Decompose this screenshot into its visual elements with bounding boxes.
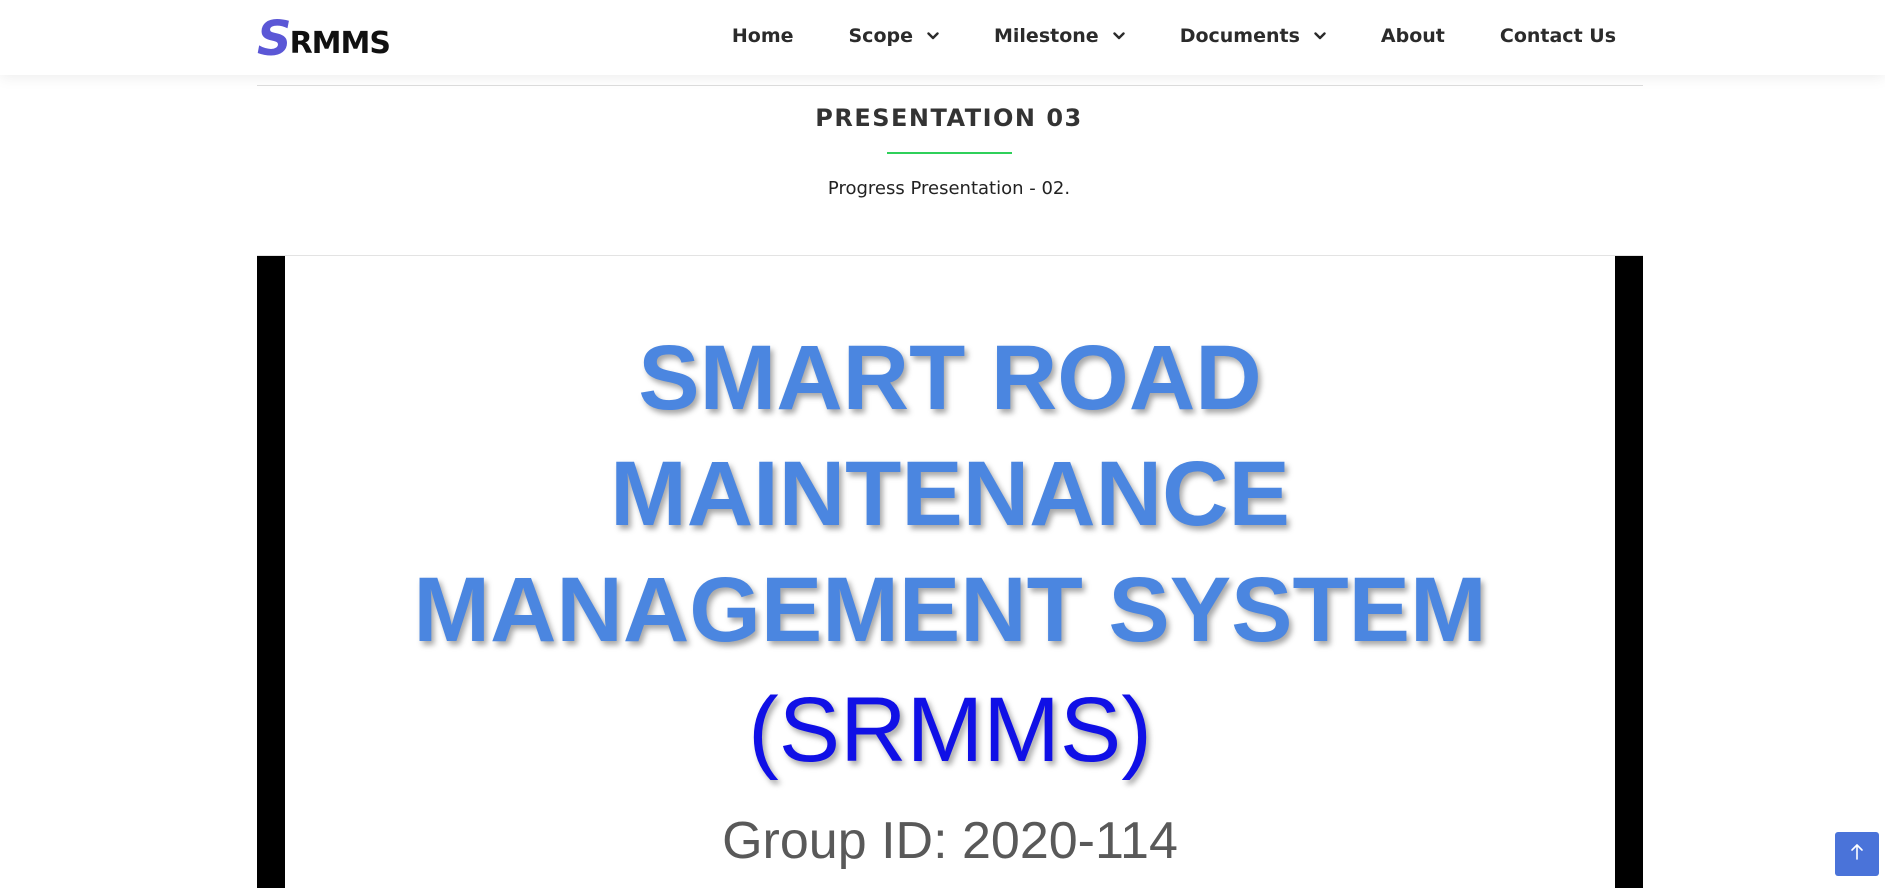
- slide-title-line-2: MAINTENANCE: [610, 443, 1290, 545]
- slide-group-id: Group ID: 2020-114: [722, 812, 1178, 870]
- site-header: S RMMS Home Scope Milestone Documents Ab…: [0, 0, 1885, 75]
- nav-label-home: Home: [731, 25, 794, 47]
- logo-text: RMMS: [289, 26, 391, 61]
- presentation-viewer[interactable]: SMART ROAD MAINTENANCE MANAGEMENT SYSTEM…: [257, 256, 1643, 888]
- chevron-down-icon: [1112, 30, 1125, 42]
- nav-item-home[interactable]: Home: [732, 25, 794, 47]
- nav-item-milestone[interactable]: Milestone: [994, 25, 1125, 47]
- nav-item-about[interactable]: About: [1381, 25, 1445, 47]
- chevron-down-icon: [927, 30, 939, 42]
- nav-item-scope[interactable]: Scope: [849, 25, 940, 47]
- page-subtitle: Progress Presentation - 02.: [827, 178, 1071, 199]
- nav-item-contact-us[interactable]: Contact Us: [1500, 25, 1616, 47]
- chevron-down-icon: [1314, 30, 1326, 42]
- nav-label-contact-us: Contact Us: [1499, 25, 1616, 47]
- slide-title: SMART ROAD MAINTENANCE MANAGEMENT SYSTEM: [285, 320, 1615, 668]
- nav-item-documents[interactable]: Documents: [1180, 25, 1326, 47]
- title-underline: [887, 152, 1012, 154]
- nav-label-about: About: [1380, 25, 1445, 47]
- slide-acronym: (SRMMS): [748, 679, 1152, 781]
- back-to-top-button[interactable]: [1835, 832, 1879, 876]
- slide-title-line-3: MANAGEMENT SYSTEM: [413, 559, 1487, 661]
- slide-page: SMART ROAD MAINTENANCE MANAGEMENT SYSTEM…: [285, 256, 1615, 888]
- page-title: PRESENTATION 03: [815, 104, 1083, 132]
- main-nav: Home Scope Milestone Documents About Con…: [677, 0, 1616, 72]
- slide-title-line-1: SMART ROAD: [638, 327, 1262, 429]
- arrow-up-icon: [1849, 843, 1865, 865]
- nav-label-milestone: Milestone: [994, 25, 1099, 47]
- site-logo[interactable]: S RMMS: [257, 11, 391, 67]
- nav-label-documents: Documents: [1179, 25, 1300, 47]
- section-divider: [257, 85, 1643, 86]
- logo-initial: S: [257, 11, 292, 67]
- nav-label-scope: Scope: [848, 25, 914, 47]
